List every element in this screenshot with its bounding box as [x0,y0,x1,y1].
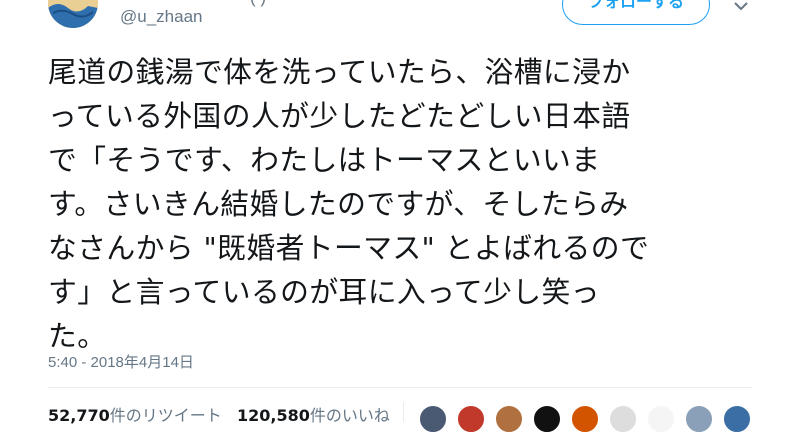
retweet-label: 件のリツイート [109,406,222,425]
tweet-line: す。さいきん結婚したのですが、そしたらみ [48,187,629,221]
liker-avatar-6[interactable] [608,404,638,434]
tweet-text: 尾道の銭湯で体を洗っていたら、浴槽に浸か っている外国の人が少したどたどしい日本… [48,50,768,358]
liker-avatar-9[interactable] [722,404,752,434]
liker-avatar-4[interactable] [532,404,562,434]
chevron-down-icon[interactable] [733,0,749,14]
stats-separator [403,402,404,422]
author-display-name[interactable]: ( ) [250,0,266,8]
author-handle[interactable]: @u_zhaan [120,7,203,27]
tweet-line: す」と言っているのが耳に入って少し笑っ [48,275,600,309]
divider [48,387,752,388]
tweet-line: で「そうです、わたしはトーマスといいま [48,143,601,177]
tweet-line: なさんから "既婚者トーマス" とよばれるので [48,231,650,265]
liker-avatar-8[interactable] [684,404,714,434]
follow-button[interactable]: フォローする [562,0,710,25]
tweet-line: っている外国の人が少したどたどしい日本語 [48,99,631,133]
tweet-timestamp[interactable]: 5:40 - 2018年4月14日 [48,351,194,372]
tweet-line: 尾道の銭湯で体を洗っていたら、浴槽に浸か [48,55,631,89]
liker-avatar-5[interactable] [570,404,600,434]
liker-avatar-2[interactable] [456,404,486,434]
like-count: 120,580 [237,406,310,425]
like-stat[interactable]: 120,580件のいいね [237,406,390,425]
liker-avatar-1[interactable] [418,404,448,434]
liker-avatar-3[interactable] [494,404,524,434]
liker-avatar-7[interactable] [646,404,676,434]
like-label: 件のいいね [309,406,390,425]
retweet-stat[interactable]: 52,770件のリツイート [48,406,222,425]
retweet-count: 52,770 [48,406,110,425]
author-avatar[interactable] [48,0,98,28]
tweet-stats: 52,770件のリツイート 120,580件のいいね [48,402,390,426]
